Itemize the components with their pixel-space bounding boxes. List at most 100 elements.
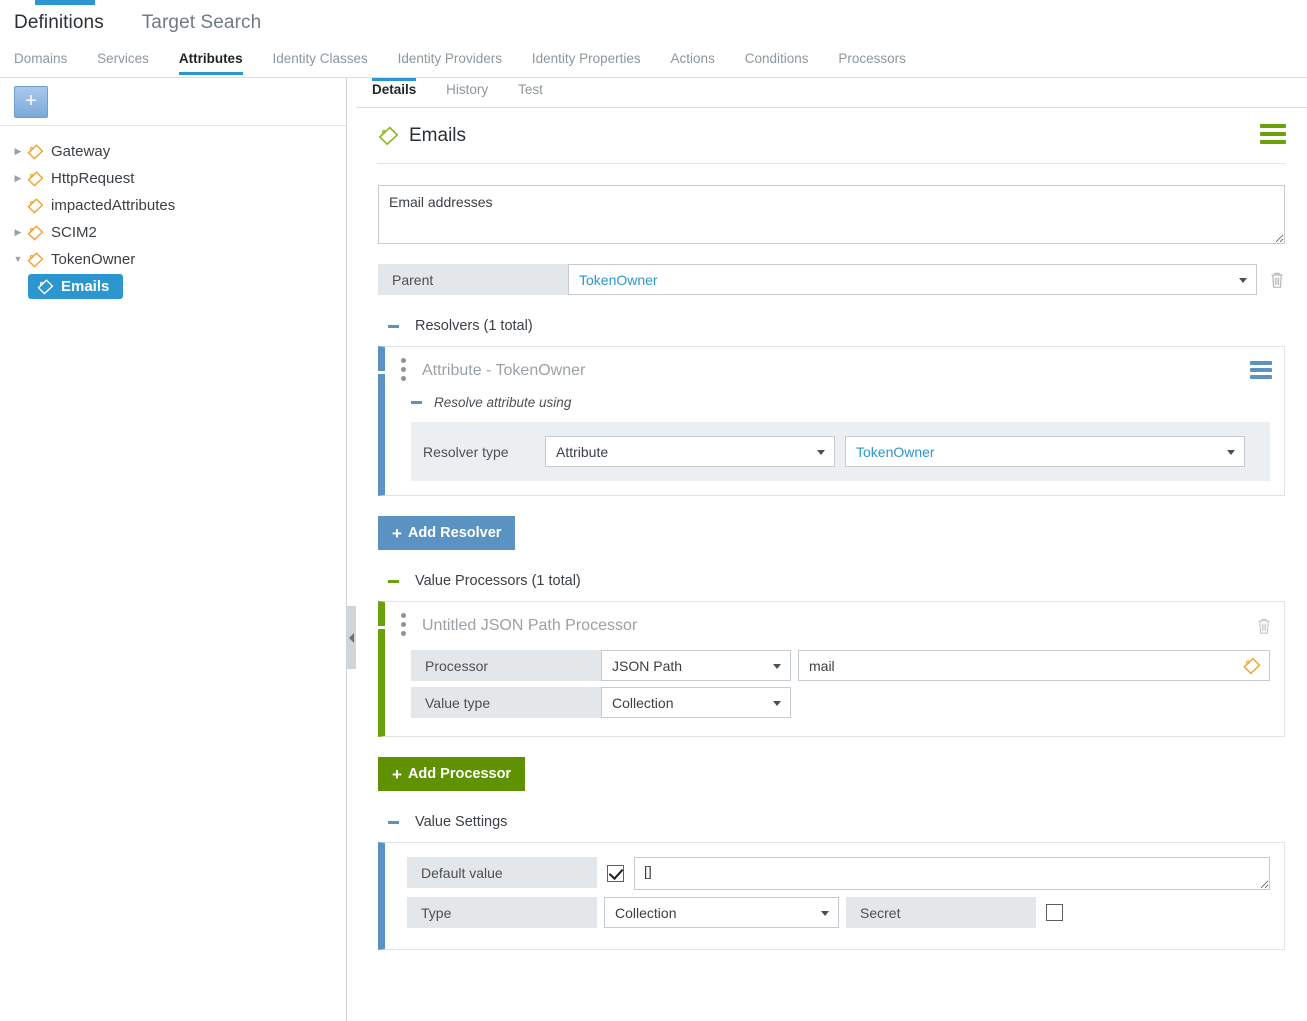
- chevron-down-icon: [1239, 278, 1247, 283]
- tag-icon: [26, 144, 44, 160]
- processor-row: Processor JSON Path mail: [411, 650, 1270, 681]
- detail-panel: Details History Test Emails: [356, 78, 1307, 1021]
- add-processor-button[interactable]: + Add Processor: [378, 757, 525, 791]
- processor-type-select[interactable]: JSON Path: [601, 650, 791, 681]
- chevron-down-icon: [773, 701, 781, 706]
- default-value-textarea[interactable]: [634, 857, 1270, 890]
- sub-tab-processors[interactable]: Processors: [838, 46, 906, 75]
- sidebar: + ▶ Gateway ▶: [0, 78, 347, 1021]
- sub-tab-domains[interactable]: Domains: [14, 46, 67, 75]
- sub-tab-bar: Domains Services Attributes Identity Cla…: [0, 46, 1307, 78]
- processors-section-header[interactable]: Value Processors (1 total): [378, 573, 1285, 589]
- app-tab-bar: Definitions Target Search: [0, 0, 1307, 46]
- tag-icon: [26, 171, 44, 187]
- sub-tab-conditions[interactable]: Conditions: [745, 46, 809, 75]
- sub-tab-identity-providers[interactable]: Identity Providers: [398, 46, 502, 75]
- tab-test[interactable]: Test: [518, 78, 543, 105]
- value-type-select[interactable]: Collection: [601, 687, 791, 718]
- tab-history[interactable]: History: [446, 78, 488, 105]
- value-settings-card: Default value Type Collection Secret: [378, 842, 1285, 950]
- value-type-label: Value type: [411, 687, 601, 718]
- tag-icon[interactable]: [1242, 657, 1261, 678]
- selected-item-highlight: Emails: [28, 274, 123, 299]
- resolver-card: Attribute - TokenOwner Resolve attribute…: [378, 346, 1285, 496]
- detail-tab-bar: Details History Test: [356, 78, 1307, 108]
- entity-header: Emails: [377, 108, 1286, 164]
- collapse-minus-icon[interactable]: [411, 401, 422, 404]
- sub-tab-identity-classes[interactable]: Identity Classes: [272, 46, 367, 75]
- processor-card: Untitled JSON Path Processor Processor J…: [378, 601, 1285, 737]
- parent-select-value: TokenOwner: [579, 272, 658, 288]
- app-tab-definitions[interactable]: Definitions: [14, 0, 104, 40]
- type-label: Type: [407, 897, 597, 928]
- processor-expression-input[interactable]: mail: [798, 650, 1270, 681]
- value-type-row: Value type Collection: [411, 687, 1270, 718]
- add-resolver-button[interactable]: + Add Resolver: [378, 516, 515, 550]
- chevron-right-icon[interactable]: ▶: [10, 174, 26, 183]
- value-settings-section-header[interactable]: Value Settings: [378, 814, 1285, 830]
- processor-card-header: Untitled JSON Path Processor: [385, 602, 1284, 650]
- drag-handle-icon[interactable]: [401, 613, 406, 640]
- tag-icon: [36, 279, 54, 295]
- tree-item-tokenowner[interactable]: ▼ TokenOwner: [0, 246, 346, 273]
- chevron-down-icon[interactable]: ▼: [10, 255, 26, 264]
- collapse-minus-icon[interactable]: [388, 580, 399, 583]
- resolver-subsection-header[interactable]: Resolve attribute using: [385, 395, 1284, 422]
- tree-item-label: Gateway: [44, 143, 110, 160]
- chevron-right-icon[interactable]: ▶: [10, 228, 26, 237]
- processor-type-value: JSON Path: [612, 658, 682, 674]
- resolver-subsection-title: Resolve attribute using: [434, 395, 571, 410]
- tree-item-scim2[interactable]: ▶ SCIM2: [0, 219, 346, 246]
- plus-icon: +: [392, 525, 402, 542]
- resolver-target-select[interactable]: TokenOwner: [845, 436, 1245, 467]
- application-window: Definitions Target Search Domains Servic…: [0, 0, 1307, 1021]
- add-attribute-button[interactable]: +: [14, 86, 48, 118]
- delete-processor-icon[interactable]: [1256, 617, 1272, 635]
- resolver-card-header: Attribute - TokenOwner: [385, 347, 1284, 395]
- sub-tab-identity-properties[interactable]: Identity Properties: [532, 46, 641, 75]
- collapse-minus-icon[interactable]: [388, 821, 399, 824]
- resolver-type-select[interactable]: Attribute: [545, 436, 835, 467]
- tab-details[interactable]: Details: [372, 78, 416, 105]
- entity-menu-icon[interactable]: [1260, 124, 1286, 148]
- tag-icon: [26, 198, 44, 214]
- type-select[interactable]: Collection: [604, 897, 839, 928]
- value-type-value: Collection: [612, 695, 673, 711]
- app-tab-target-search[interactable]: Target Search: [142, 0, 262, 40]
- panel-splitter: [347, 78, 356, 1021]
- tree-item-impactedattributes[interactable]: impactedAttributes: [0, 192, 346, 219]
- description-textarea[interactable]: [378, 185, 1285, 244]
- processors-section-title: Value Processors (1 total): [415, 573, 581, 589]
- sub-tab-actions[interactable]: Actions: [671, 46, 715, 75]
- collapse-sidebar-handle[interactable]: [347, 606, 356, 669]
- tree-item-emails[interactable]: Emails: [0, 273, 346, 300]
- resolver-settings-panel: Resolver type Attribute TokenOwner: [411, 422, 1270, 481]
- resolvers-section-header[interactable]: Resolvers (1 total): [378, 318, 1285, 334]
- resolver-card-title: Attribute - TokenOwner: [422, 362, 585, 380]
- collapse-minus-icon[interactable]: [388, 325, 399, 328]
- resolver-type-label: Resolver type: [423, 444, 545, 460]
- chevron-down-icon: [821, 911, 829, 916]
- delete-parent-icon[interactable]: [1269, 271, 1285, 289]
- tree-item-label: SCIM2: [44, 224, 97, 241]
- resolver-type-value: Attribute: [556, 444, 608, 460]
- resolver-target-value: TokenOwner: [856, 444, 935, 460]
- resolver-menu-icon[interactable]: [1250, 361, 1272, 382]
- plus-icon: +: [392, 766, 402, 783]
- tree-item-httprequest[interactable]: ▶ HttpRequest: [0, 165, 346, 192]
- chevron-right-icon[interactable]: ▶: [10, 147, 26, 156]
- resolver-type-row: Resolver type Attribute TokenOwner: [423, 436, 1258, 467]
- secret-checkbox[interactable]: [1046, 904, 1063, 921]
- parent-select[interactable]: TokenOwner: [568, 264, 1257, 295]
- default-value-checkbox[interactable]: [607, 865, 624, 882]
- processor-settings: Processor JSON Path mail: [385, 650, 1284, 736]
- sub-tab-services[interactable]: Services: [97, 46, 149, 75]
- tree-item-label: Emails: [54, 278, 109, 295]
- add-resolver-label: Add Resolver: [408, 525, 501, 541]
- drag-handle-icon[interactable]: [401, 358, 406, 385]
- collapse-minus-icon[interactable]: [378, 371, 385, 374]
- tree-item-gateway[interactable]: ▶ Gateway: [0, 138, 346, 165]
- collapse-minus-icon[interactable]: [378, 626, 385, 629]
- sub-tab-attributes[interactable]: Attributes: [179, 46, 243, 75]
- tag-icon: [377, 126, 399, 146]
